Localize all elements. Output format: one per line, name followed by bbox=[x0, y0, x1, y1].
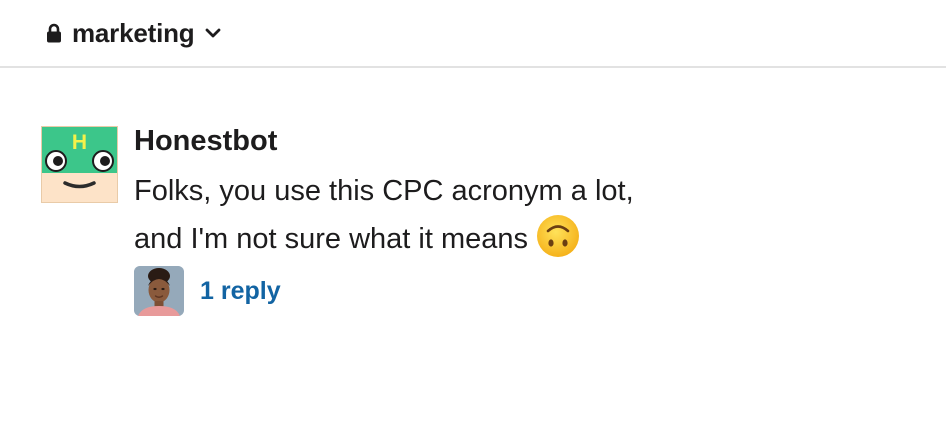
message-line: and I'm not sure what it means bbox=[134, 214, 634, 262]
avatar-letter: H bbox=[72, 131, 87, 154]
thread-summary[interactable]: 1 reply bbox=[134, 265, 281, 317]
message-line: Folks, you use this CPC acronym a lot, bbox=[134, 175, 634, 207]
channel-name: marketing bbox=[72, 17, 195, 48]
message-text: Folks, you use this CPC acronym a lot, a… bbox=[134, 168, 634, 262]
channel-name-button[interactable]: marketing bbox=[46, 16, 222, 50]
upside-down-face-icon bbox=[537, 215, 580, 257]
chevron-down-icon bbox=[206, 28, 221, 38]
channel-header: marketing bbox=[0, 0, 946, 68]
replier-avatar[interactable] bbox=[134, 266, 184, 316]
lock-icon bbox=[47, 23, 61, 43]
message-line-text: and I'm not sure what it means bbox=[134, 223, 529, 255]
message: H Honestbot Folks, you use this CPC acro… bbox=[41, 124, 921, 324]
message-author[interactable]: Honestbot bbox=[134, 124, 634, 158]
bot-avatar[interactable]: H bbox=[41, 126, 118, 203]
message-body: Honestbot Folks, you use this CPC acrony… bbox=[134, 124, 634, 262]
reply-count-link[interactable]: 1 reply bbox=[200, 277, 281, 306]
